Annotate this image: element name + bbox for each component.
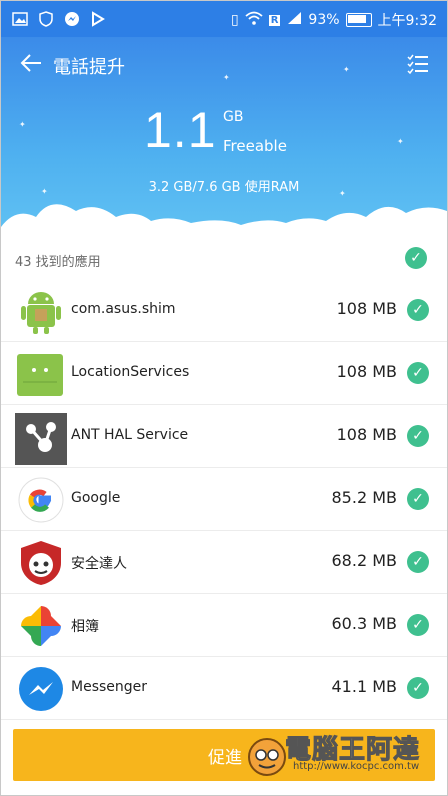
app-size: 60.3 MB bbox=[331, 614, 398, 633]
vibrate-icon: ▯ bbox=[231, 12, 239, 28]
app-name: Messenger bbox=[71, 679, 148, 695]
boost-button-label: 促進 bbox=[208, 748, 242, 768]
photos-pinwheel-icon bbox=[17, 602, 65, 650]
check-icon[interactable]: ✓ bbox=[407, 614, 429, 636]
wifi-icon bbox=[245, 11, 263, 29]
sparkle-icon: ✦ bbox=[343, 65, 350, 74]
google-g-icon bbox=[17, 476, 65, 524]
check-icon[interactable]: ✓ bbox=[407, 425, 429, 447]
sparkle-icon: ✦ bbox=[397, 137, 404, 146]
watermark-url: http://www.kocpc.com.tw bbox=[293, 761, 420, 772]
app-size: 108 MB bbox=[336, 425, 397, 444]
page-title: 電話提升 bbox=[53, 57, 125, 78]
list-item[interactable]: Messenger 41.1 MB ✓ bbox=[1, 657, 447, 720]
shield-icon bbox=[37, 10, 55, 28]
back-arrow-icon[interactable] bbox=[19, 51, 43, 80]
list-item[interactable]: Google 85.2 MB ✓ bbox=[1, 468, 447, 531]
check-icon[interactable]: ✓ bbox=[407, 677, 429, 699]
freeable-unit: GB bbox=[223, 109, 244, 125]
app-name: com.asus.shim bbox=[71, 301, 176, 317]
freeable-value: 1.1 bbox=[144, 102, 217, 158]
app-size: 68.2 MB bbox=[331, 551, 398, 570]
app-size: 85.2 MB bbox=[331, 488, 398, 507]
check-icon[interactable]: ✓ bbox=[407, 362, 429, 384]
signal-icon bbox=[286, 11, 302, 29]
check-icon[interactable]: ✓ bbox=[407, 488, 429, 510]
android-robot-icon bbox=[17, 287, 65, 335]
checklist-icon[interactable] bbox=[407, 53, 429, 75]
system-icons: ▯ R 93% 上午9:32 bbox=[231, 10, 437, 30]
flag-icon bbox=[89, 10, 107, 28]
list-item[interactable]: LocationServices 108 MB ✓ bbox=[1, 342, 447, 405]
app-name: LocationServices bbox=[71, 364, 190, 380]
notification-icons bbox=[11, 10, 107, 28]
android-robot-icon bbox=[17, 350, 65, 398]
app-name: 相簿 bbox=[71, 619, 99, 635]
list-item[interactable]: 安全達人 68.2 MB ✓ bbox=[1, 531, 447, 594]
select-all-check-icon[interactable]: ✓ bbox=[405, 247, 427, 269]
image-icon bbox=[11, 10, 29, 28]
cloud-decoration bbox=[1, 204, 447, 241]
ant-hal-icon bbox=[15, 413, 67, 465]
found-count: 43 找到的應用 bbox=[15, 255, 101, 270]
freeable-label: Freeable bbox=[223, 137, 287, 155]
list-item[interactable]: ANT HAL Service 108 MB ✓ bbox=[1, 405, 447, 468]
sparkle-icon: ✦ bbox=[19, 120, 26, 129]
app-size: 41.1 MB bbox=[331, 677, 398, 696]
app-list: com.asus.shim 108 MB ✓ LocationServices … bbox=[1, 279, 447, 720]
screen: ▯ R 93% 上午9:32 電話提升 ✦ ✦ ✦ ✦ ✦ ✦ 1.1 GB F… bbox=[0, 0, 448, 796]
app-size: 108 MB bbox=[336, 299, 397, 318]
clock: 上午9:32 bbox=[377, 13, 437, 29]
app-name: 安全達人 bbox=[71, 556, 127, 572]
check-icon[interactable]: ✓ bbox=[407, 299, 429, 321]
sim-r-icon: R bbox=[268, 14, 281, 26]
list-item[interactable]: 相簿 60.3 MB ✓ bbox=[1, 594, 447, 657]
security-master-icon bbox=[17, 539, 65, 587]
app-name: Google bbox=[71, 490, 121, 506]
messenger-icon bbox=[63, 10, 81, 28]
app-name: ANT HAL Service bbox=[71, 427, 189, 443]
app-size: 108 MB bbox=[336, 362, 397, 381]
sparkle-icon: ✦ bbox=[223, 73, 230, 82]
list-header: 43 找到的應用 ✓ bbox=[1, 237, 447, 281]
messenger-icon bbox=[17, 665, 65, 713]
battery-percent: 93% bbox=[308, 12, 340, 28]
list-item[interactable]: com.asus.shim 108 MB ✓ bbox=[1, 279, 447, 342]
status-bar: ▯ R 93% 上午9:32 bbox=[1, 1, 447, 37]
battery-icon bbox=[345, 13, 372, 27]
header: 電話提升 ✦ ✦ ✦ ✦ ✦ ✦ 1.1 GB Freeable 3.2 GB/… bbox=[1, 37, 447, 241]
check-icon[interactable]: ✓ bbox=[407, 551, 429, 573]
